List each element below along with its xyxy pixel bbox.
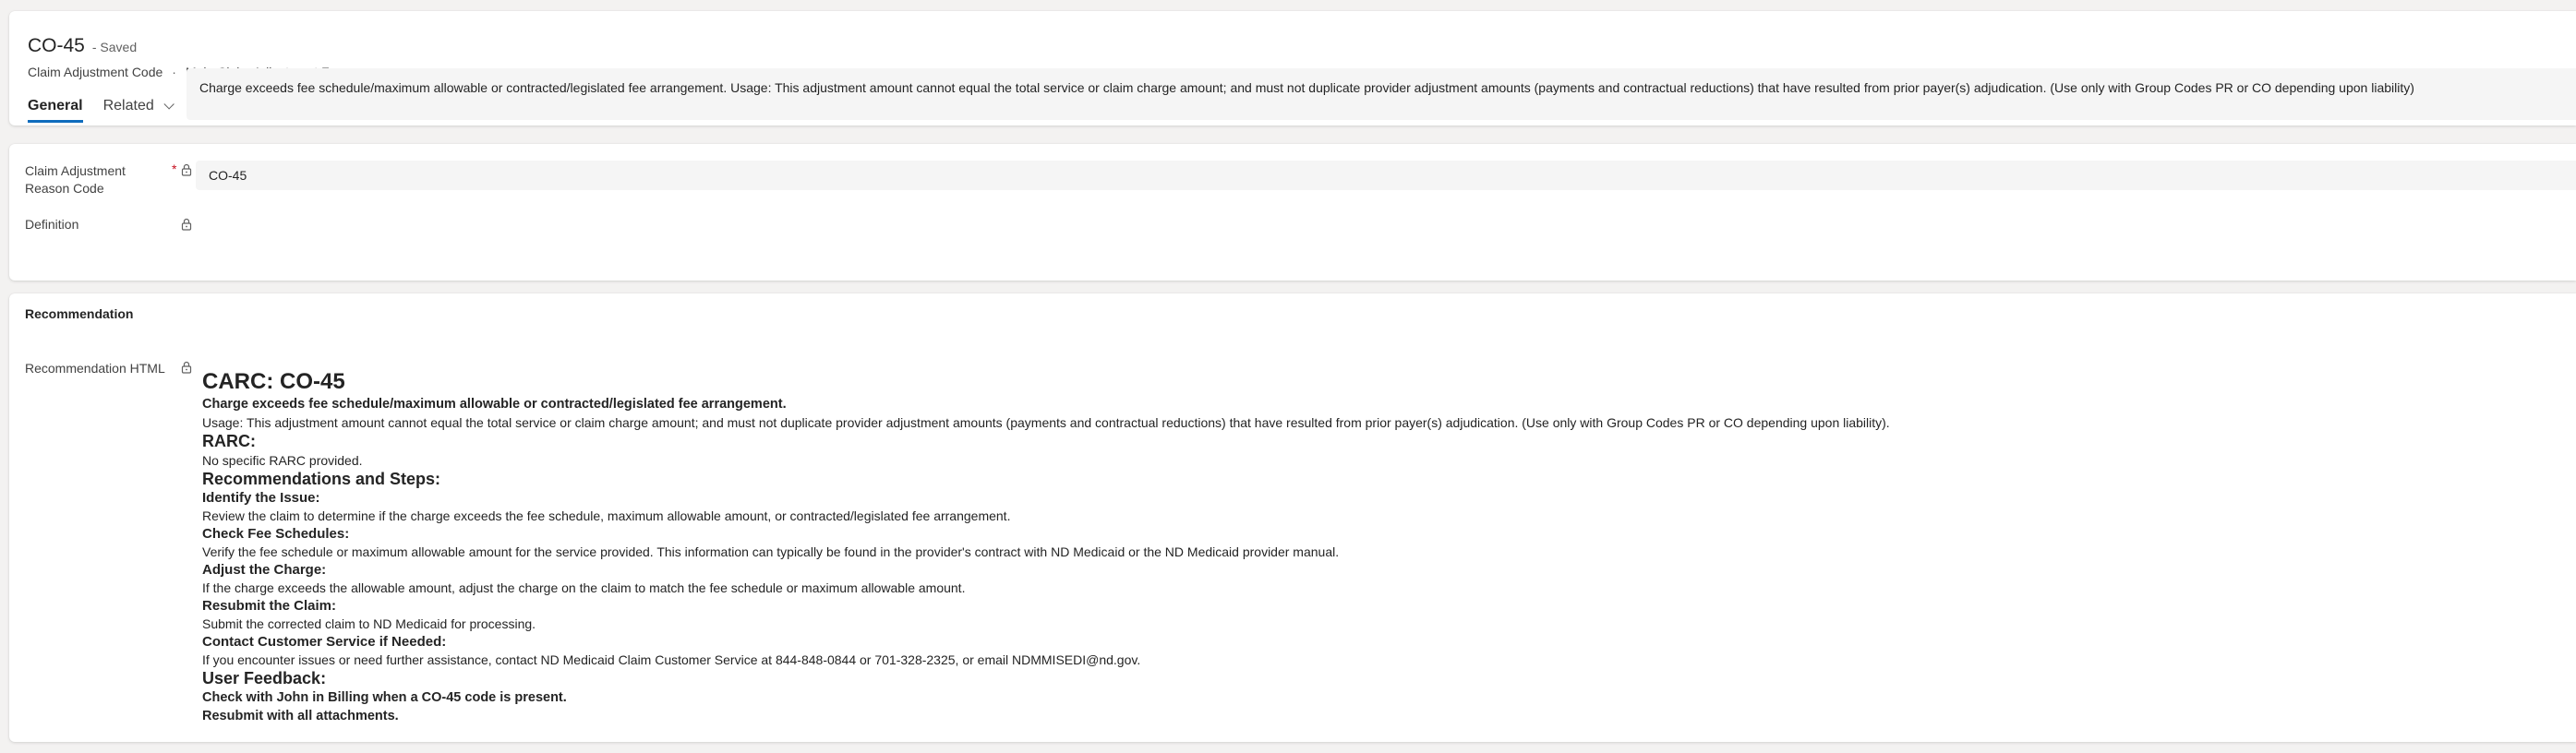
record-title-row: CO-45 - Saved xyxy=(28,35,137,57)
reason-code-field[interactable]: CO-45 xyxy=(196,161,2576,190)
reason-code-label: Claim Adjustment Reason Code xyxy=(25,162,126,197)
step-text: If the charge exceeds the allowable amou… xyxy=(202,580,966,595)
general-section: Claim Adjustment Reason Code * CO-45 Def… xyxy=(9,144,2576,281)
step-text: Review the claim to determine if the cha… xyxy=(202,508,1011,523)
step-title: Adjust the Charge: xyxy=(202,562,327,578)
tab-list: General Related xyxy=(28,98,175,123)
feedback-heading: User Feedback: xyxy=(202,669,327,687)
carc-summary: Charge exceeds fee schedule/maximum allo… xyxy=(202,397,787,412)
record-title: CO-45 xyxy=(28,35,85,56)
recommendation-html-label: Recommendation HTML xyxy=(25,361,165,376)
carc-heading: CARC: CO-45 xyxy=(202,369,345,394)
lock-icon xyxy=(181,218,192,231)
steps-heading: Recommendations and Steps: xyxy=(202,470,441,488)
tab-label: Related xyxy=(102,98,154,114)
recommendation-section: Recommendation Recommendation HTML CARC:… xyxy=(9,293,2576,742)
feedback-line: Resubmit with all attachments. xyxy=(202,709,399,723)
chevron-down-icon xyxy=(163,99,175,110)
step-text: If you encounter issues or need further … xyxy=(202,652,1141,667)
carc-usage: Usage: This adjustment amount cannot equ… xyxy=(202,415,1890,430)
reason-code-label-line2: Reason Code xyxy=(25,181,104,196)
step-title: Identify the Issue: xyxy=(202,490,320,506)
rarc-heading: RARC: xyxy=(202,432,256,450)
tab-related[interactable]: Related xyxy=(102,98,175,123)
step-title: Check Fee Schedules: xyxy=(202,526,350,542)
lock-icon xyxy=(181,163,192,176)
lock-icon xyxy=(181,361,192,374)
entity-name: Claim Adjustment Code xyxy=(28,65,163,79)
save-status: - Saved xyxy=(91,40,138,54)
step-text: Verify the fee schedule or maximum allow… xyxy=(202,544,1340,559)
step-text: Submit the corrected claim to ND Medicai… xyxy=(202,616,536,631)
tab-label: General xyxy=(28,98,83,114)
definition-field[interactable]: Charge exceeds fee schedule/maximum allo… xyxy=(187,68,2576,120)
step-title: Contact Customer Service if Needed: xyxy=(202,634,447,650)
recommendation-html-content: CARC: CO-45 Charge exceeds fee schedule/… xyxy=(202,369,2558,725)
breadcrumb-separator: · xyxy=(172,65,176,79)
required-indicator: * xyxy=(172,161,177,176)
step-title: Resubmit the Claim: xyxy=(202,598,337,614)
feedback-line: Check with John in Billing when a CO-45 … xyxy=(202,690,567,705)
rarc-text: No specific RARC provided. xyxy=(202,453,363,468)
reason-code-label-line1: Claim Adjustment xyxy=(25,163,126,178)
definition-label: Definition xyxy=(25,217,79,232)
tab-general[interactable]: General xyxy=(28,98,83,123)
section-title: Recommendation xyxy=(25,306,134,321)
